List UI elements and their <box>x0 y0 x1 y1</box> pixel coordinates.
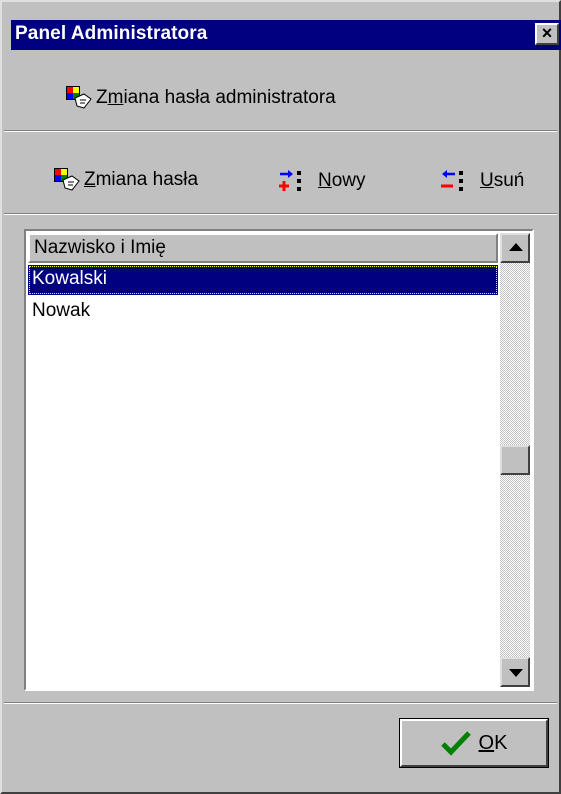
scroll-down-button[interactable] <box>500 657 530 687</box>
new-user-label: Nowy <box>318 170 366 191</box>
delete-user-button[interactable]: Usuń <box>440 168 524 194</box>
close-icon: × <box>541 23 553 43</box>
separator <box>4 702 557 704</box>
change-admin-password-button[interactable]: Zmiana hasła administratora <box>66 86 336 110</box>
separator <box>4 213 557 215</box>
delete-user-label: Usuń <box>480 170 525 191</box>
remove-user-icon <box>441 170 463 191</box>
title-bar[interactable]: Panel Administratora × <box>11 20 561 50</box>
column-header-name[interactable]: Nazwisko i Imię <box>28 233 498 263</box>
scroll-up-button[interactable] <box>500 233 530 263</box>
change-admin-password-label: Zmiana hasła administratora <box>96 87 336 108</box>
password-change-icon <box>54 168 80 191</box>
add-user-icon <box>279 170 301 191</box>
scroll-thumb[interactable] <box>500 445 530 475</box>
change-password-label: Zmiana hasła <box>84 169 199 190</box>
checkmark-icon <box>440 731 471 756</box>
arrow-down-icon <box>509 669 523 677</box>
user-list[interactable]: Nazwisko i Imię Kowalski Nowak <box>24 229 534 691</box>
list-item[interactable]: Nowak <box>28 297 498 327</box>
vertical-scrollbar[interactable] <box>500 233 530 687</box>
change-password-button[interactable]: Zmiana hasła <box>54 168 198 192</box>
password-change-icon <box>66 86 92 109</box>
separator <box>4 130 557 132</box>
new-user-button[interactable]: Nowy <box>278 168 366 194</box>
arrow-up-icon <box>509 243 523 251</box>
window-title: Panel Administratora <box>15 23 208 44</box>
list-item[interactable]: Kowalski <box>28 265 498 295</box>
admin-panel-window: Panel Administratora × Zmiana hasła admi… <box>0 0 561 794</box>
close-button[interactable]: × <box>535 23 559 45</box>
ok-button[interactable]: OK <box>399 718 549 768</box>
ok-label: OK <box>478 731 508 754</box>
